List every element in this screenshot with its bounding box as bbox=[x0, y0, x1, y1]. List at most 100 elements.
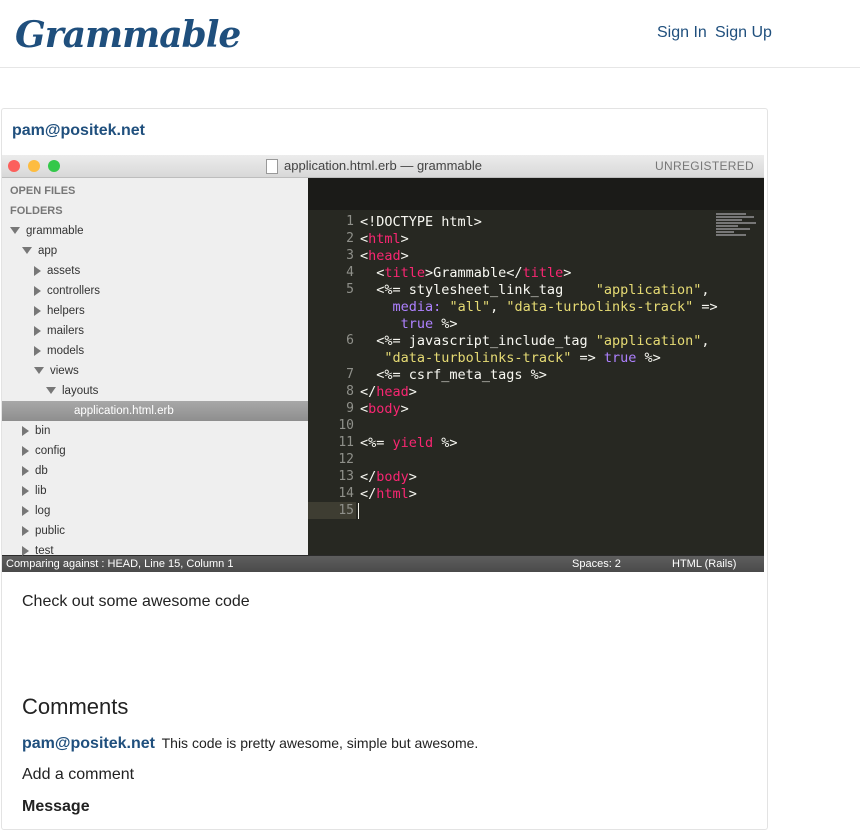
comment-author[interactable]: pam@positek.net bbox=[22, 735, 155, 752]
post-image: application.html.erb — grammable UNREGIS… bbox=[2, 155, 764, 572]
sidebar-item-label: application.html.erb bbox=[74, 405, 174, 417]
line-number: 9 bbox=[346, 401, 354, 416]
status-git: Comparing against : HEAD, Line 15, Colum… bbox=[6, 558, 234, 570]
post-author[interactable]: pam@positek.net bbox=[12, 122, 145, 140]
disclosure-closed-icon[interactable] bbox=[22, 505, 29, 516]
minimize-dot-icon bbox=[28, 160, 40, 172]
disclosure-closed-icon[interactable] bbox=[34, 265, 41, 276]
sidebar-item-label: models bbox=[47, 345, 85, 357]
disclosure-open-icon[interactable] bbox=[10, 227, 20, 235]
disclosure-closed-icon[interactable] bbox=[34, 325, 41, 336]
sidebar-item-config[interactable]: config bbox=[2, 441, 328, 461]
window-title: application.html.erb — grammable bbox=[284, 158, 482, 173]
disclosure-closed-icon[interactable] bbox=[34, 345, 41, 356]
sidebar-item-views[interactable]: views bbox=[2, 361, 340, 381]
sidebar-item-assets[interactable]: assets bbox=[2, 261, 340, 281]
sidebar-item-label: config bbox=[35, 445, 66, 457]
line-number: 15 bbox=[338, 503, 354, 518]
sign-in-link[interactable]: Sign In bbox=[657, 24, 707, 42]
code-line: <html> bbox=[360, 231, 409, 247]
code-line: <%= csrf_meta_tags %> bbox=[360, 367, 547, 383]
disclosure-open-icon[interactable] bbox=[46, 387, 56, 395]
comment-text: This code is pretty awesome, simple but … bbox=[161, 735, 479, 751]
file-icon bbox=[266, 159, 278, 174]
sidebar-item-label: app bbox=[38, 245, 58, 257]
line-number: 4 bbox=[346, 265, 354, 280]
code-line: <%= stylesheet_link_tag "application", bbox=[360, 282, 710, 298]
code-line: <%= javascript_include_tag "application"… bbox=[360, 333, 710, 349]
line-number: 10 bbox=[338, 418, 354, 433]
code-line: </head> bbox=[360, 384, 417, 400]
code-line: media: "all", "data-turbolinks-track" => bbox=[392, 299, 718, 315]
editor-statusbar: Comparing against : HEAD, Line 15, Colum… bbox=[2, 556, 764, 572]
sidebar-item-public[interactable]: public bbox=[2, 521, 328, 541]
add-comment-label: Add a comment bbox=[22, 766, 135, 783]
line-number: 8 bbox=[346, 384, 354, 399]
code-line: <title>Grammable</title> bbox=[360, 265, 572, 281]
disclosure-closed-icon[interactable] bbox=[34, 285, 41, 296]
window-titlebar: application.html.erb — grammable UNREGIS… bbox=[2, 155, 764, 178]
post-card: pam@positek.net application.html.erb — g… bbox=[1, 108, 768, 830]
sidebar-item-grammable[interactable]: grammable bbox=[2, 221, 316, 241]
sign-up-link[interactable]: Sign Up bbox=[715, 24, 772, 42]
sidebar-item-label: db bbox=[35, 465, 48, 477]
sidebar-item-lib[interactable]: lib bbox=[2, 481, 328, 501]
status-syntax: HTML (Rails) bbox=[672, 558, 737, 570]
sidebar-item-app[interactable]: app bbox=[2, 241, 328, 261]
line-number: 5 bbox=[346, 282, 354, 297]
post-caption: Check out some awesome code bbox=[22, 593, 250, 610]
sidebar-item-mailers[interactable]: mailers bbox=[2, 321, 340, 341]
sidebar-item-controllers[interactable]: controllers bbox=[2, 281, 340, 301]
disclosure-closed-icon[interactable] bbox=[22, 465, 29, 476]
code-line: "data-turbolinks-track" => true %> bbox=[384, 350, 661, 366]
comment-item: pam@positek.net This code is pretty awes… bbox=[22, 735, 478, 753]
sidebar-item-layouts[interactable]: layouts bbox=[2, 381, 352, 401]
code-editor: 1 <!DOCTYPE html> 2 <html> 3 <head> 4 <title>G… bbox=[308, 178, 764, 555]
sidebar-item-bin[interactable]: bin bbox=[2, 421, 328, 441]
sidebar-item-log[interactable]: log bbox=[2, 501, 328, 521]
sidebar-item-label: helpers bbox=[47, 305, 85, 317]
minimap bbox=[716, 213, 758, 239]
sidebar-item-label: controllers bbox=[47, 285, 101, 297]
code-line: <body> bbox=[360, 401, 409, 417]
disclosure-closed-icon[interactable] bbox=[22, 545, 29, 556]
sidebar-heading-open-files: OPEN FILES bbox=[10, 185, 76, 197]
line-number: 14 bbox=[338, 486, 354, 501]
line-number: 2 bbox=[346, 231, 354, 246]
brand-logo[interactable]: Grammable bbox=[15, 14, 241, 56]
code-line: </html> bbox=[360, 486, 417, 502]
sidebar-item-label: layouts bbox=[62, 385, 99, 397]
sidebar-item-label: lib bbox=[35, 485, 47, 497]
disclosure-closed-icon[interactable] bbox=[22, 525, 29, 536]
disclosure-open-icon[interactable] bbox=[22, 247, 32, 255]
sidebar-item-label: mailers bbox=[47, 325, 85, 337]
close-dot-icon bbox=[8, 160, 20, 172]
line-number: 11 bbox=[338, 435, 354, 450]
line-number: 13 bbox=[338, 469, 354, 484]
code-line: <head> bbox=[360, 248, 409, 264]
disclosure-open-icon[interactable] bbox=[34, 367, 44, 375]
line-number: 3 bbox=[346, 248, 354, 263]
code-line: </body> bbox=[360, 469, 417, 485]
disclosure-closed-icon[interactable] bbox=[22, 485, 29, 496]
line-number: 7 bbox=[346, 367, 354, 382]
comments-heading: Comments bbox=[22, 694, 129, 719]
disclosure-closed-icon[interactable] bbox=[34, 305, 41, 316]
sidebar-item-helpers[interactable]: helpers bbox=[2, 301, 340, 321]
disclosure-closed-icon[interactable] bbox=[22, 425, 29, 436]
sidebar-item-db[interactable]: db bbox=[2, 461, 328, 481]
line-number: 1 bbox=[346, 214, 354, 229]
code-line: <%= yield %> bbox=[360, 435, 458, 451]
navbar: Grammable Sign In Sign Up bbox=[0, 0, 860, 68]
message-label: Message bbox=[22, 798, 90, 815]
sidebar-item-label: views bbox=[50, 365, 79, 377]
sidebar-item-label: log bbox=[35, 505, 51, 517]
sidebar-item-models[interactable]: models bbox=[2, 341, 340, 361]
sidebar-item-label: bin bbox=[35, 425, 51, 437]
registration-label: UNREGISTERED bbox=[655, 159, 754, 173]
text-caret bbox=[358, 503, 359, 519]
code-line: true %> bbox=[400, 316, 458, 332]
disclosure-closed-icon[interactable] bbox=[22, 445, 29, 456]
sidebar-item-label: grammable bbox=[26, 225, 84, 237]
line-number: 6 bbox=[346, 333, 354, 348]
